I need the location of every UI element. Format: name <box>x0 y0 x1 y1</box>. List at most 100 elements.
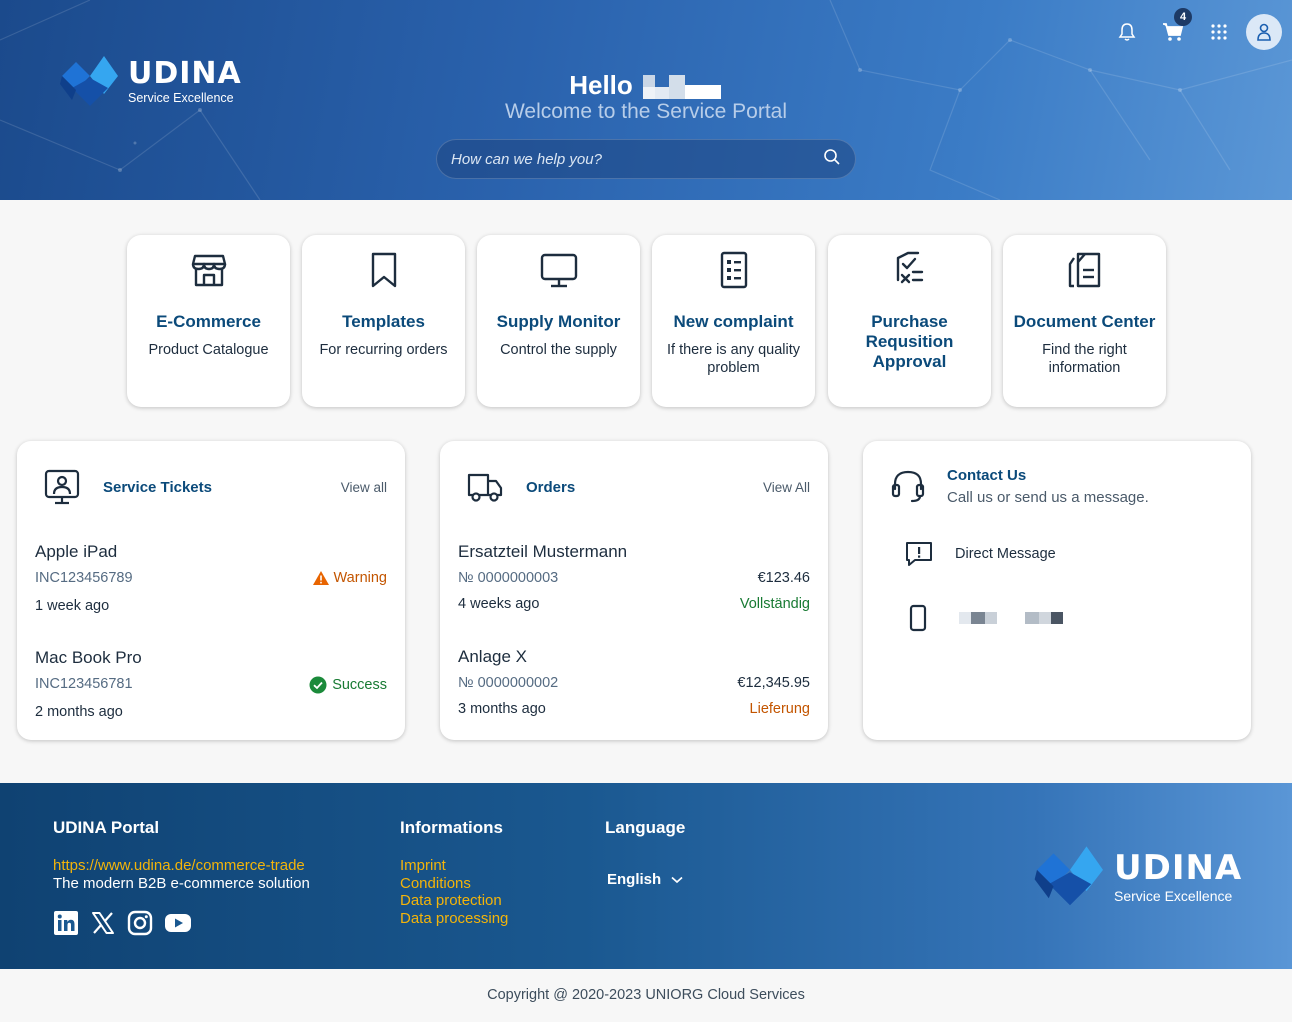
footer-portal-column: UDINA Portal https://www.udina.de/commer… <box>53 818 310 936</box>
redacted-phone-number <box>959 612 1065 624</box>
order-status: Lieferung <box>749 701 810 717</box>
service-tickets-title: Service Tickets <box>103 478 212 496</box>
order-time: 4 weeks ago <box>458 596 540 612</box>
bell-icon <box>1118 23 1136 41</box>
footer-udina-logo[interactable]: UDINA Service Excellence <box>1032 844 1242 910</box>
tile-subtitle: Product Catalogue <box>148 342 269 358</box>
x-twitter-icon[interactable] <box>90 910 116 936</box>
language-select[interactable]: English <box>605 871 685 888</box>
order-time: 3 months ago <box>458 701 546 717</box>
service-tickets-view-all-link[interactable]: View all <box>341 480 387 495</box>
direct-message-label: Direct Message <box>955 546 1056 562</box>
instagram-icon[interactable] <box>127 910 153 936</box>
footer-language-title: Language <box>605 818 686 837</box>
ticket-row[interactable]: Apple iPad INC123456789 Warning 1 week a… <box>35 542 387 614</box>
chevron-down-icon <box>671 876 683 883</box>
ticket-status: Warning <box>312 570 387 586</box>
contact-subtitle: Call us or send us a message. <box>947 489 1149 506</box>
search-icon[interactable] <box>823 148 841 171</box>
tile-new-complaint[interactable]: New complaint If there is any quality pr… <box>652 235 815 407</box>
bookmark-icon <box>371 252 396 288</box>
tile-document-center[interactable]: Document Center Find the right informati… <box>1003 235 1166 407</box>
language-value: English <box>607 871 662 888</box>
order-amount: €123.46 <box>757 570 810 586</box>
storefront-icon <box>191 254 226 287</box>
notifications-button[interactable] <box>1104 15 1150 49</box>
order-row[interactable]: Anlage X № 0000000002 €12,345.95 3 month… <box>458 647 810 717</box>
orders-view-all-link[interactable]: View All <box>763 480 810 495</box>
tile-title: New complaint <box>673 312 794 331</box>
tile-supply-monitor[interactable]: Supply Monitor Control the supply <box>477 235 640 407</box>
linkedin-icon[interactable] <box>53 910 79 936</box>
ticket-id: INC123456789 <box>35 570 133 586</box>
welcome-text: Welcome to the Service Portal <box>504 100 788 123</box>
search-bar[interactable] <box>436 139 856 179</box>
youtube-icon[interactable] <box>164 910 192 936</box>
copyright-text: Copyright @ 2020-2023 UNIORG Cloud Servi… <box>487 987 805 1003</box>
order-number: № 0000000002 <box>458 675 559 691</box>
order-number: № 0000000003 <box>458 570 559 586</box>
tile-subtitle: For recurring orders <box>319 342 448 358</box>
orders-card: Orders View All Ersatzteil Mustermann № … <box>440 441 828 740</box>
greeting-text: Hello <box>569 70 633 100</box>
footer-portal-text: The modern B2B e-commerce solution <box>53 874 310 892</box>
orders-title: Orders <box>526 478 576 496</box>
document-list-icon <box>720 251 747 289</box>
ticket-time: 2 months ago <box>35 704 123 720</box>
contact-card: Contact Us Call us or send us a message.… <box>863 441 1251 740</box>
ticket-name: Mac Book Pro <box>35 648 142 667</box>
direct-message-button[interactable]: Direct Message <box>905 541 1056 567</box>
top-actions: 4 <box>1104 8 1282 50</box>
cart-count-badge: 4 <box>1174 8 1192 26</box>
tile-e-commerce[interactable]: E-Commerce Product Catalogue <box>127 235 290 407</box>
phone-icon <box>909 604 927 632</box>
cart-button[interactable]: 4 <box>1150 8 1196 49</box>
redacted-username <box>642 75 723 100</box>
tile-title: Templates <box>342 312 425 331</box>
tile-title: Purchase Requsition Approval <box>865 312 954 371</box>
footer-link-data-protection[interactable]: Data protection <box>400 892 508 910</box>
footer-link-conditions[interactable]: Conditions <box>400 875 508 893</box>
tile-subtitle: Control the supply <box>500 342 617 358</box>
tile-title: Document Center <box>1013 312 1156 331</box>
footer-info-column: Informations Imprint Conditions Data pro… <box>400 818 508 927</box>
ticket-row[interactable]: Mac Book Pro INC123456781 Success 2 mont… <box>35 648 387 720</box>
footer-info-title: Informations <box>400 818 503 837</box>
phone-contact[interactable] <box>909 604 1065 632</box>
footer-link-imprint[interactable]: Imprint <box>400 857 508 875</box>
order-amount: €12,345.95 <box>737 675 810 691</box>
udina-logo-icon <box>1034 846 1103 906</box>
tile-title: E-Commerce <box>156 312 261 331</box>
greeting: Hello <box>0 70 1292 101</box>
search-input[interactable] <box>451 150 823 168</box>
warning-icon <box>312 571 329 585</box>
footer-portal-link[interactable]: https://www.udina.de/commerce-trade <box>53 857 310 875</box>
social-links <box>53 910 310 936</box>
tile-templates[interactable]: Templates For recurring orders <box>302 235 465 407</box>
documents-icon <box>1068 252 1100 288</box>
service-tickets-card: Service Tickets View all Apple iPad INC1… <box>17 441 405 740</box>
ticket-status: Success <box>309 676 387 694</box>
order-row[interactable]: Ersatzteil Mustermann № 0000000003 €123.… <box>458 542 810 612</box>
tile-purchase-requisition-approval[interactable]: Purchase Requsition Approval <box>828 235 991 407</box>
monitor-icon <box>540 253 577 288</box>
footer-link-data-processing[interactable]: Data processing <box>400 910 508 928</box>
app-launcher-button[interactable] <box>1196 15 1242 49</box>
logo-wordmark: UDINA <box>1114 848 1243 888</box>
tile-title: Supply Monitor <box>496 312 621 331</box>
order-status: Vollständig <box>739 596 810 612</box>
success-check-icon <box>309 676 327 694</box>
headset-icon <box>891 470 925 503</box>
contact-title: Contact Us <box>947 467 1027 484</box>
order-name: Anlage X <box>458 647 527 666</box>
ticket-status-label: Warning <box>333 570 387 586</box>
order-name: Ersatzteil Mustermann <box>458 542 628 561</box>
tile-subtitle: Find the right information <box>1042 342 1127 376</box>
user-avatar[interactable] <box>1246 14 1282 50</box>
header-banner: UDINA Service Excellence Hello Welcome t… <box>0 0 1292 200</box>
ticket-monitor-icon <box>44 469 80 505</box>
tile-subtitle: If there is any quality problem <box>667 342 800 376</box>
logo-tagline: Service Excellence <box>1114 888 1233 904</box>
user-icon <box>1257 23 1271 41</box>
ticket-time: 1 week ago <box>35 598 110 614</box>
